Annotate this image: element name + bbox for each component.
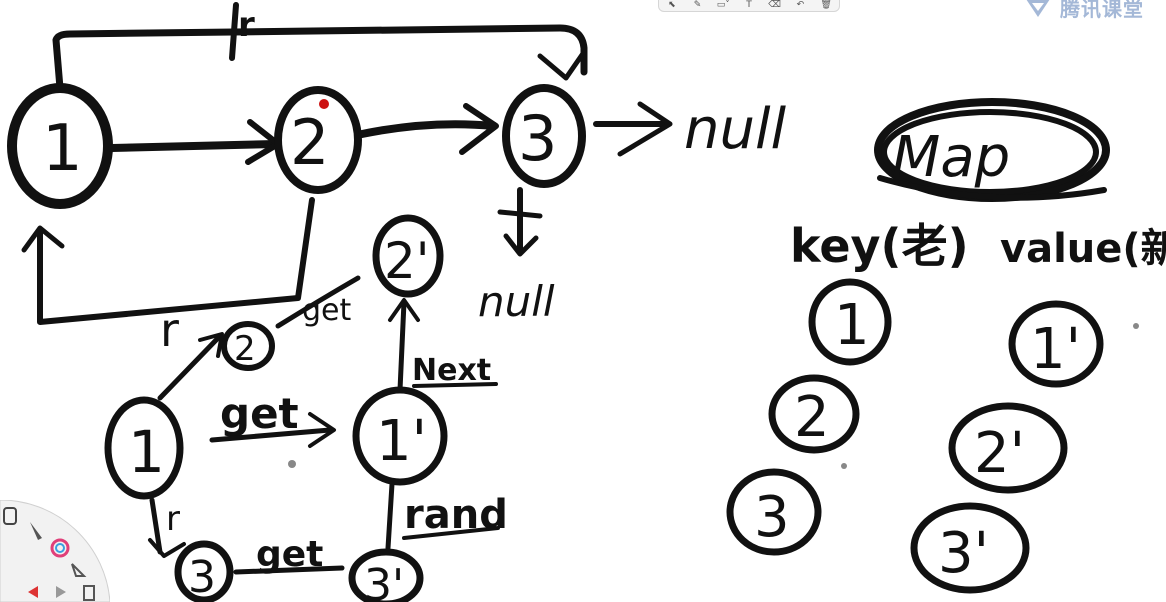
red-pointer-dot bbox=[319, 99, 329, 109]
pointer-icon[interactable]: ⬉ bbox=[665, 0, 679, 11]
shape-icon[interactable]: ▭˅ bbox=[716, 0, 730, 11]
svg-text:1': 1' bbox=[1030, 317, 1081, 382]
map-key-1: 1 bbox=[808, 278, 892, 366]
svg-text:3: 3 bbox=[754, 485, 790, 550]
arrow-next-1prime-to-2prime bbox=[397, 299, 407, 393]
node-2-label: 2 bbox=[290, 106, 329, 179]
rand-arrow-1-to-3 bbox=[52, 24, 588, 92]
arrow-2-to-3-head bbox=[459, 103, 499, 155]
label-bottom-r: r bbox=[166, 499, 180, 539]
brand-text: 腾讯课堂 bbox=[1060, 0, 1144, 21]
null-right-label: null bbox=[684, 97, 787, 162]
rand-arrow-1-to-3-head bbox=[537, 49, 587, 81]
node-3-label: 3 bbox=[518, 102, 557, 175]
label-next-underline bbox=[412, 382, 498, 388]
map-key-3: 3 bbox=[726, 468, 822, 556]
svg-text:2': 2' bbox=[974, 421, 1025, 486]
tick-mark bbox=[229, 2, 239, 61]
arrow-3-down-tick bbox=[497, 209, 543, 219]
arrow-3-to-null-head bbox=[617, 101, 673, 157]
arrow-1-to-3-bottom-head bbox=[148, 538, 186, 558]
undo-icon[interactable]: ↶ bbox=[793, 0, 807, 11]
brand-logo-icon bbox=[1026, 0, 1050, 17]
map-key-2: 2 bbox=[768, 374, 860, 454]
pen-tool-wheel bbox=[0, 500, 110, 602]
annotation-toolbar: ⬉ ✎ ▭˅ T ⌫ ↶ 🗑 bbox=[658, 0, 840, 12]
node-2prime-label: 2' bbox=[384, 232, 430, 290]
arrow-2-to-3 bbox=[358, 120, 498, 138]
stray-dot bbox=[288, 460, 296, 468]
small-node-2-label: 2 bbox=[234, 329, 256, 369]
svg-text:1: 1 bbox=[834, 293, 870, 358]
eraser-icon[interactable]: ⌫ bbox=[768, 0, 782, 11]
label-get-2: get bbox=[220, 389, 299, 438]
null-below-label: null bbox=[478, 277, 555, 326]
label-top-r: r bbox=[238, 5, 255, 45]
whiteboard-canvas: r 1 2 3 null null r 2' 2 get 1 get 1' Ne bbox=[7, 2, 1166, 602]
key-column-header: key(老) bbox=[790, 219, 969, 273]
map-value-3prime: 3' bbox=[910, 502, 1030, 594]
brand-watermark: 腾讯课堂 bbox=[1022, 0, 1166, 21]
stray-dot bbox=[1133, 323, 1139, 329]
bottom-node-1-label: 1 bbox=[128, 418, 165, 486]
map-title: Map bbox=[892, 125, 1010, 190]
label-loop-r: r bbox=[160, 303, 179, 357]
text-icon[interactable]: T bbox=[742, 0, 756, 11]
trash-icon[interactable]: 🗑 bbox=[819, 0, 833, 11]
label-get-1: get bbox=[302, 293, 352, 328]
bottom-node-3-label: 3 bbox=[188, 552, 216, 602]
node-1-label: 1 bbox=[42, 112, 83, 186]
svg-text:3': 3' bbox=[938, 521, 989, 586]
map-value-2prime: 2' bbox=[948, 402, 1068, 494]
node-3prime-label: 3' bbox=[364, 560, 404, 602]
arrow-get-3-to-3prime bbox=[233, 565, 345, 575]
node-1prime-label: 1' bbox=[376, 409, 427, 474]
map-value-1prime: 1' bbox=[1008, 300, 1104, 388]
arrow-rand-1prime-to-3prime bbox=[385, 481, 395, 551]
arrow-1-to-2 bbox=[108, 140, 280, 152]
pen-icon[interactable]: ✎ bbox=[691, 0, 705, 11]
stray-dot bbox=[841, 463, 847, 469]
svg-text:2: 2 bbox=[794, 385, 830, 450]
value-column-header: value(新) bbox=[1000, 226, 1166, 272]
